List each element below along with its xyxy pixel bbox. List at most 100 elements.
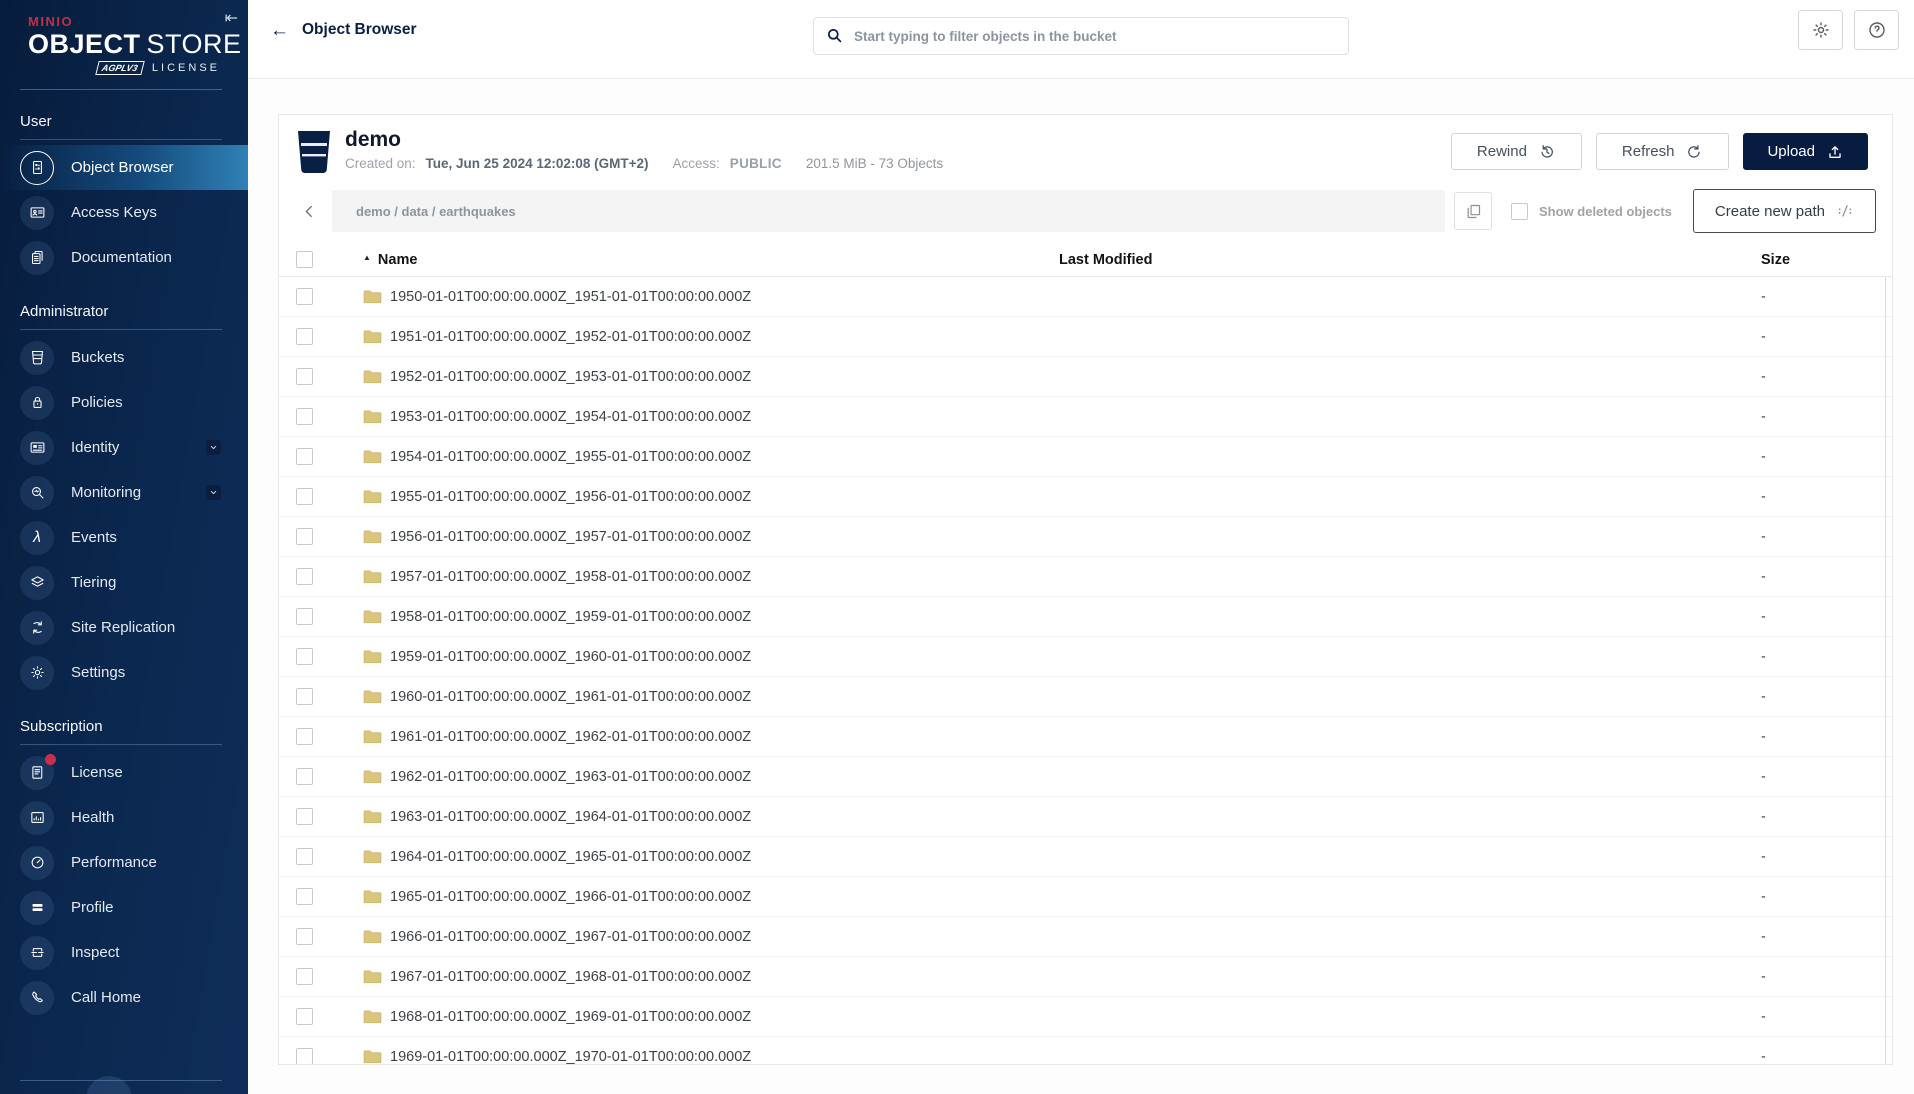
scrollbar[interactable] xyxy=(1885,277,1886,1064)
table-row[interactable]: 1956-01-01T00:00:00.000Z_1957-01-01T00:0… xyxy=(279,517,1892,557)
settings-icon xyxy=(20,656,54,690)
size-cell: - xyxy=(1761,889,1868,905)
sidebar-item-documentation[interactable]: Documentation xyxy=(0,235,248,280)
folder-icon xyxy=(363,969,382,984)
column-header-last-modified[interactable]: Last Modified xyxy=(1059,252,1761,268)
breadcrumb-back-button[interactable] xyxy=(295,190,323,232)
row-checkbox[interactable] xyxy=(296,408,313,425)
select-all-checkbox[interactable] xyxy=(296,251,313,268)
object-name-cell: 1967-01-01T00:00:00.000Z_1968-01-01T00:0… xyxy=(363,969,1059,985)
table-row[interactable]: 1955-01-01T00:00:00.000Z_1956-01-01T00:0… xyxy=(279,477,1892,517)
divider xyxy=(20,139,222,140)
folder-icon xyxy=(363,889,382,904)
object-list: 1950-01-01T00:00:00.000Z_1951-01-01T00:0… xyxy=(279,277,1892,1064)
table-row[interactable]: 1967-01-01T00:00:00.000Z_1968-01-01T00:0… xyxy=(279,957,1892,997)
row-checkbox[interactable] xyxy=(296,328,313,345)
show-deleted-control: Show deleted objects xyxy=(1511,203,1672,220)
row-checkbox[interactable] xyxy=(296,848,313,865)
row-checkbox[interactable] xyxy=(296,688,313,705)
row-checkbox[interactable] xyxy=(296,728,313,745)
agpl-badge: AGPLV3 xyxy=(96,61,145,75)
sidebar-item-identity[interactable]: Identity xyxy=(0,425,248,470)
sidebar-item-inspect[interactable]: Inspect xyxy=(0,930,248,975)
refresh-button[interactable]: Refresh xyxy=(1596,133,1730,170)
collapse-sidebar-icon[interactable]: ⇤ xyxy=(225,8,238,28)
row-checkbox[interactable] xyxy=(296,448,313,465)
settings-button[interactable] xyxy=(1798,10,1843,50)
section-title-user: User xyxy=(0,90,248,139)
sidebar-item-license[interactable]: License xyxy=(0,750,248,795)
sidebar: ⇤ MINIO OBJECTSTORE AGPLV3 LICENSE UserO… xyxy=(0,0,248,1094)
size-cell: - xyxy=(1761,969,1868,985)
sidebar-item-object-browser[interactable]: Object Browser xyxy=(0,145,248,190)
row-checkbox[interactable] xyxy=(296,968,313,985)
sidebar-item-label: Performance xyxy=(71,854,157,871)
chevron-down-icon[interactable] xyxy=(206,485,221,500)
column-header-size[interactable]: Size xyxy=(1761,252,1868,268)
folder-icon xyxy=(363,449,382,464)
table-row[interactable]: 1959-01-01T00:00:00.000Z_1960-01-01T00:0… xyxy=(279,637,1892,677)
folder-icon xyxy=(363,329,382,344)
sidebar-item-tiering[interactable]: Tiering xyxy=(0,560,248,605)
table-row[interactable]: 1964-01-01T00:00:00.000Z_1965-01-01T00:0… xyxy=(279,837,1892,877)
table-row[interactable]: 1951-01-01T00:00:00.000Z_1952-01-01T00:0… xyxy=(279,317,1892,357)
copy-path-button[interactable] xyxy=(1454,192,1492,230)
sidebar-item-site-replication[interactable]: Site Replication xyxy=(0,605,248,650)
row-checkbox[interactable] xyxy=(296,648,313,665)
sidebar-item-settings[interactable]: Settings xyxy=(0,650,248,695)
back-arrow-icon[interactable]: ← xyxy=(270,20,289,42)
table-row[interactable]: 1950-01-01T00:00:00.000Z_1951-01-01T00:0… xyxy=(279,277,1892,317)
sidebar-item-label: Access Keys xyxy=(71,204,157,221)
table-row[interactable]: 1952-01-01T00:00:00.000Z_1953-01-01T00:0… xyxy=(279,357,1892,397)
access-value: PUBLIC xyxy=(730,156,782,171)
table-row[interactable]: 1960-01-01T00:00:00.000Z_1961-01-01T00:0… xyxy=(279,677,1892,717)
column-header-name[interactable]: ▲ Name xyxy=(363,252,1059,268)
upload-button[interactable]: Upload xyxy=(1743,133,1868,170)
sidebar-item-buckets[interactable]: Buckets xyxy=(0,335,248,380)
chevron-down-icon[interactable] xyxy=(206,440,221,455)
table-row[interactable]: 1962-01-01T00:00:00.000Z_1963-01-01T00:0… xyxy=(279,757,1892,797)
table-row[interactable]: 1963-01-01T00:00:00.000Z_1964-01-01T00:0… xyxy=(279,797,1892,837)
table-row[interactable]: 1954-01-01T00:00:00.000Z_1955-01-01T00:0… xyxy=(279,437,1892,477)
size-cell: - xyxy=(1761,489,1868,505)
divider xyxy=(20,329,222,330)
sidebar-item-access-keys[interactable]: Access Keys xyxy=(0,190,248,235)
row-checkbox[interactable] xyxy=(296,608,313,625)
object-name-cell: 1954-01-01T00:00:00.000Z_1955-01-01T00:0… xyxy=(363,449,1059,465)
show-deleted-checkbox[interactable] xyxy=(1511,203,1528,220)
table-row[interactable]: 1957-01-01T00:00:00.000Z_1958-01-01T00:0… xyxy=(279,557,1892,597)
breadcrumb[interactable]: demo / data / earthquakes xyxy=(332,190,1445,232)
row-checkbox[interactable] xyxy=(296,568,313,585)
rewind-button[interactable]: Rewind xyxy=(1451,133,1582,170)
row-checkbox[interactable] xyxy=(296,528,313,545)
site-replication-icon xyxy=(20,611,54,645)
row-checkbox[interactable] xyxy=(296,928,313,945)
row-checkbox[interactable] xyxy=(296,888,313,905)
row-checkbox[interactable] xyxy=(296,488,313,505)
sidebar-item-profile[interactable]: Profile xyxy=(0,885,248,930)
table-row[interactable]: 1965-01-01T00:00:00.000Z_1966-01-01T00:0… xyxy=(279,877,1892,917)
table-row[interactable]: 1953-01-01T00:00:00.000Z_1954-01-01T00:0… xyxy=(279,397,1892,437)
row-checkbox[interactable] xyxy=(296,1008,313,1025)
create-new-path-button[interactable]: Create new path xyxy=(1693,189,1876,233)
table-row[interactable]: 1958-01-01T00:00:00.000Z_1959-01-01T00:0… xyxy=(279,597,1892,637)
sidebar-item-call-home[interactable]: Call Home xyxy=(0,975,248,1020)
table-row[interactable]: 1968-01-01T00:00:00.000Z_1969-01-01T00:0… xyxy=(279,997,1892,1037)
help-button[interactable] xyxy=(1854,10,1899,50)
sidebar-item-performance[interactable]: Performance xyxy=(0,840,248,885)
row-checkbox[interactable] xyxy=(296,368,313,385)
sidebar-item-monitoring[interactable]: Monitoring xyxy=(0,470,248,515)
row-checkbox[interactable] xyxy=(296,808,313,825)
table-row[interactable]: 1966-01-01T00:00:00.000Z_1967-01-01T00:0… xyxy=(279,917,1892,957)
sidebar-item-events[interactable]: λEvents xyxy=(0,515,248,560)
sidebar-item-health[interactable]: Health xyxy=(0,795,248,840)
sidebar-item-label: Call Home xyxy=(71,989,141,1006)
row-checkbox[interactable] xyxy=(296,1048,313,1064)
table-row[interactable]: 1961-01-01T00:00:00.000Z_1962-01-01T00:0… xyxy=(279,717,1892,757)
search-input[interactable] xyxy=(813,17,1349,55)
row-checkbox[interactable] xyxy=(296,288,313,305)
table-row[interactable]: 1969-01-01T00:00:00.000Z_1970-01-01T00:0… xyxy=(279,1037,1892,1064)
object-name-cell: 1957-01-01T00:00:00.000Z_1958-01-01T00:0… xyxy=(363,569,1059,585)
row-checkbox[interactable] xyxy=(296,768,313,785)
sidebar-item-policies[interactable]: Policies xyxy=(0,380,248,425)
